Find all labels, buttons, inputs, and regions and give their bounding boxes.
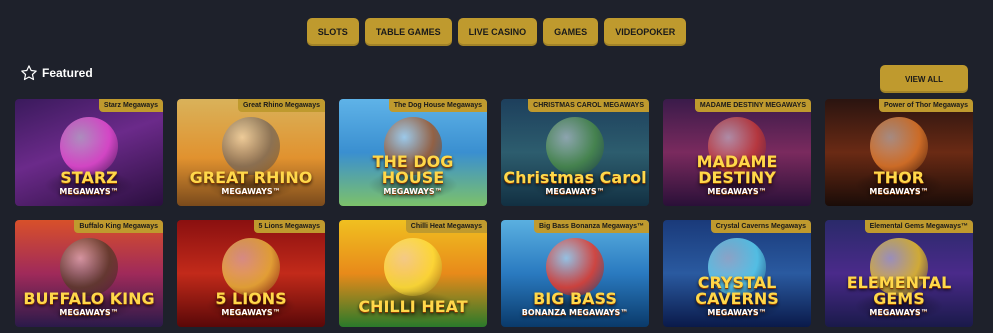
section-title: Featured <box>42 66 93 80</box>
game-logo-title: CRYSTAL CAVERNS <box>695 273 779 308</box>
game-logo-title: STARZ <box>60 168 118 187</box>
game-logo: 5 LIONS MEGAWAYS™ <box>177 291 325 317</box>
game-logo-title: Christmas Carol <box>503 168 647 187</box>
game-logo-title: THE DOG HOUSE <box>372 152 454 187</box>
game-art-shape <box>222 238 280 296</box>
game-title-ribbon: Power of Thor Megaways <box>878 99 973 112</box>
game-logo-subtitle: MEGAWAYS™ <box>221 187 281 196</box>
game-card[interactable]: Crystal Caverns Megaways CRYSTAL CAVERNS M… <box>663 220 811 327</box>
game-title-ribbon: MADAME DESTINY MEGAWAYS <box>694 99 811 112</box>
game-card[interactable]: Buffalo King Megaways BUFFALO KING MEGAWAY… <box>15 220 163 327</box>
game-card[interactable]: Chilli Heat Megaways CHILLI HEAT <box>339 220 487 327</box>
game-logo-subtitle: MEGAWAYS™ <box>869 308 929 317</box>
game-logo: THE DOG HOUSE MEGAWAYS™ <box>339 154 487 196</box>
game-art-shape <box>60 238 118 296</box>
section-header: Featured <box>20 64 93 82</box>
game-card[interactable]: CHRISTMAS CAROL MEGAWAYS Christmas Carol M… <box>501 99 649 206</box>
game-title-ribbon: Starz Megaways <box>98 99 163 112</box>
game-art-shape <box>384 238 442 296</box>
game-art-shape <box>60 117 118 175</box>
game-title-ribbon: Chilli Heat Megaways <box>405 220 487 233</box>
game-logo: STARZ MEGAWAYS™ <box>15 170 163 196</box>
game-card[interactable]: Elemental Gems Megaways™ ELEMENTAL GEMS ME… <box>825 220 973 327</box>
tab-table-games[interactable]: TABLE GAMES <box>364 18 452 46</box>
game-title-ribbon: CHRISTMAS CAROL MEGAWAYS <box>528 99 649 112</box>
game-card[interactable]: 5 Lions Megaways 5 LIONS MEGAWAYS™ <box>177 220 325 327</box>
game-art-shape <box>546 238 604 296</box>
game-logo-subtitle: MEGAWAYS™ <box>383 187 443 196</box>
game-logo: BIG BASS BONANZA MEGAWAYS™ <box>501 291 649 317</box>
game-logo-title: CHILLI HEAT <box>358 297 468 316</box>
game-art-shape <box>870 117 928 175</box>
game-logo-title: GREAT RHINO <box>189 168 313 187</box>
game-logo-subtitle: MEGAWAYS™ <box>707 308 767 317</box>
game-card[interactable]: Starz Megaways STARZ MEGAWAYS™ <box>15 99 163 206</box>
game-title-ribbon: The Dog House Megaways <box>388 99 487 112</box>
tab-slots[interactable]: SLOTS <box>306 18 359 46</box>
game-logo-subtitle: MEGAWAYS™ <box>59 308 119 317</box>
game-logo: ELEMENTAL GEMS MEGAWAYS™ <box>825 275 973 317</box>
game-logo-subtitle: BONANZA MEGAWAYS™ <box>521 308 629 317</box>
game-title-ribbon: Great Rhino Megaways <box>237 99 325 112</box>
tab-live-casino[interactable]: LIVE CASINO <box>457 18 538 46</box>
category-tabs: SLOTS TABLE GAMES LIVE CASINO GAMES VIDE… <box>0 18 993 46</box>
game-logo-title: BUFFALO KING <box>23 289 155 308</box>
game-logo: CRYSTAL CAVERNS MEGAWAYS™ <box>663 275 811 317</box>
game-title-ribbon: 5 Lions Megaways <box>253 220 325 233</box>
game-card[interactable]: The Dog House Megaways THE DOG HOUSE MEGAW… <box>339 99 487 206</box>
game-logo: Christmas Carol MEGAWAYS™ <box>501 170 649 196</box>
game-card[interactable]: Great Rhino Megaways GREAT RHINO MEGAWAYS™ <box>177 99 325 206</box>
game-logo-subtitle: MEGAWAYS™ <box>221 308 281 317</box>
game-logo: CHILLI HEAT <box>339 299 487 317</box>
game-card[interactable]: Big Bass Bonanza Megaways™ BIG BASS BONANZ… <box>501 220 649 327</box>
game-card[interactable]: MADAME DESTINY MEGAWAYS MADAME DESTINY MEG… <box>663 99 811 206</box>
game-logo: THOR MEGAWAYS™ <box>825 170 973 196</box>
tab-games[interactable]: GAMES <box>543 18 599 46</box>
game-title-ribbon: Buffalo King Megaways <box>74 220 163 233</box>
game-title-ribbon: Big Bass Bonanza Megaways™ <box>533 220 649 233</box>
game-logo-title: MADAME DESTINY <box>696 152 778 187</box>
game-logo-subtitle: MEGAWAYS™ <box>869 187 929 196</box>
game-logo-title: BIG BASS <box>533 289 617 308</box>
game-logo-title: THOR <box>873 168 925 187</box>
game-art-shape <box>546 117 604 175</box>
game-title-ribbon: Elemental Gems Megaways™ <box>864 220 973 233</box>
game-logo: BUFFALO KING MEGAWAYS™ <box>15 291 163 317</box>
game-title-ribbon: Crystal Caverns Megaways <box>710 220 811 233</box>
game-card[interactable]: Power of Thor Megaways THOR MEGAWAYS™ <box>825 99 973 206</box>
star-icon <box>21 65 37 81</box>
game-art-shape <box>222 117 280 175</box>
game-logo-title: 5 LIONS <box>215 289 287 308</box>
game-grid: Starz Megaways STARZ MEGAWAYS™ Great Rhino … <box>15 99 973 327</box>
game-logo-subtitle: MEGAWAYS™ <box>707 187 767 196</box>
view-all-button[interactable]: VIEW ALL <box>880 65 968 93</box>
game-logo-title: ELEMENTAL GEMS <box>846 273 952 308</box>
tab-videopoker[interactable]: VIDEOPOKER <box>604 18 687 46</box>
game-logo: MADAME DESTINY MEGAWAYS™ <box>663 154 811 196</box>
game-logo-subtitle: MEGAWAYS™ <box>59 187 119 196</box>
game-logo: GREAT RHINO MEGAWAYS™ <box>177 170 325 196</box>
game-logo-subtitle: MEGAWAYS™ <box>545 187 605 196</box>
